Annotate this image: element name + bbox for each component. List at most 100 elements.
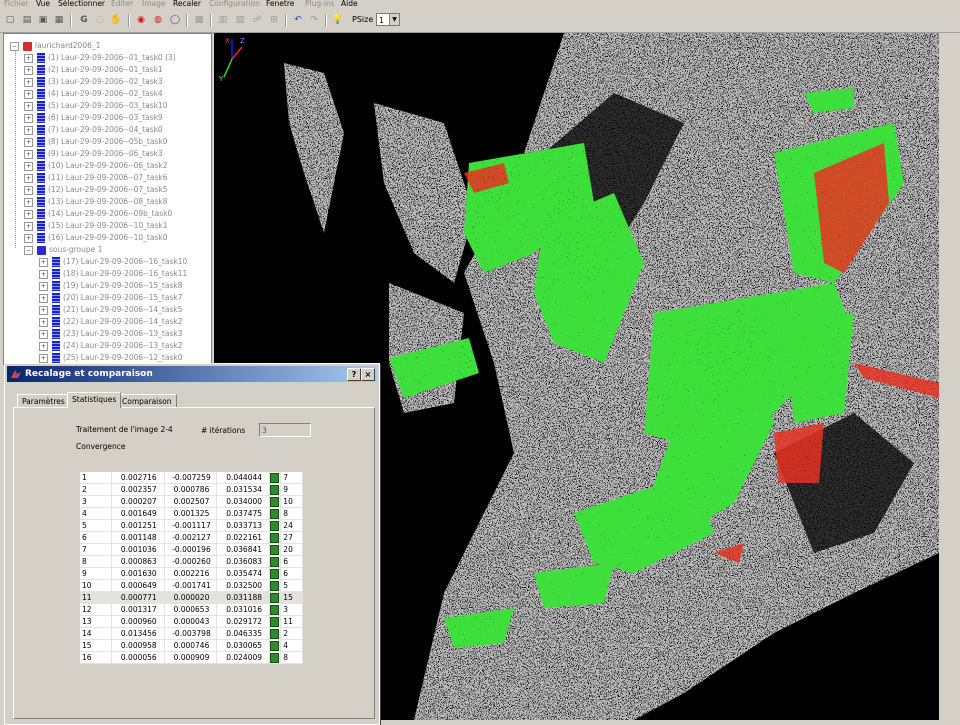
tree-item[interactable]: + (4) Laur-29-09-2006--02_task4 [24,88,163,100]
tree-item[interactable]: + (5) Laur-29-09-2006--03_task10 [24,100,167,112]
tree-item[interactable]: + (1) Laur-29-09-2006--01_task0 (3) [24,52,176,64]
tree-item[interactable]: + (9) Laur-29-09-2006--06_task3 [24,148,163,160]
tree-item[interactable]: + (23) Laur-29-09-2006--13_task3 [39,328,182,340]
menu-image[interactable]: Image [142,0,166,9]
tree-item[interactable]: + (3) Laur-29-09-2006--02_task3 [24,76,163,88]
expand-icon[interactable]: + [39,257,48,267]
table-row[interactable]: 10 0.000649 -0.001741 0.032500 5 [80,579,303,592]
tree-item[interactable]: + (2) Laur-29-09-2006--01_task1 [24,64,163,76]
tree-item[interactable]: + (24) Laur-29-09-2006--13_task2 [39,340,182,352]
expand-icon[interactable]: + [39,317,48,327]
expand-icon[interactable]: + [24,149,33,159]
tab-statistiques[interactable]: Statistiques [67,392,122,408]
table-row[interactable]: 3 0.000207 0.002507 0.034000 10 [80,495,303,508]
eye-red-mesh-icon[interactable]: ◍ [151,13,165,27]
expand-icon[interactable]: + [39,329,48,339]
tab-parametres[interactable]: Paramètres [17,394,70,408]
collapse-icon[interactable]: − [10,41,19,51]
table-row[interactable]: 1 0.002716 -0.007259 0.044044 7 [80,472,303,484]
expand-icon[interactable]: + [39,293,48,303]
expand-icon[interactable]: + [39,353,48,363]
tree-item[interactable]: + (13) Laur-29-09-2006--08_task8 [24,196,167,208]
expand-icon[interactable]: + [24,137,33,147]
graph-icon[interactable]: ☍ [250,13,264,27]
undo-icon[interactable]: ↶ [291,13,305,27]
tree-item[interactable]: + (7) Laur-29-09-2006--04_task0 [24,124,163,136]
tree-item[interactable]: + (8) Laur-29-09-2006--05b_task0 [24,136,167,148]
table-row[interactable]: 11 0.000771 0.000020 0.031188 15 [80,591,303,604]
expand-icon[interactable]: + [24,233,33,243]
tab-comparaison[interactable]: Comparaison [117,394,177,408]
redo-icon[interactable]: ↷ [307,13,321,27]
expand-icon[interactable]: + [24,89,33,99]
menu-recaler[interactable]: Recaler [173,0,201,9]
expand-icon[interactable]: + [24,113,33,123]
expand-icon[interactable]: + [39,281,48,291]
expand-icon[interactable]: + [24,65,33,75]
table-row[interactable]: 8 0.000863 -0.000260 0.036083 6 [80,555,303,568]
tree-item[interactable]: + (19) Laur-29-09-2006--15_task8 [39,280,182,292]
tree-item[interactable]: + (16) Laur-29-09-2006--10_task0 [24,232,167,244]
expand-icon[interactable]: + [24,101,33,111]
layer-icon[interactable]: ▩ [192,13,206,27]
new-icon[interactable]: ▢ [3,13,17,27]
g-icon[interactable]: G [77,13,91,27]
menu-plug-ins[interactable]: Plug-ins [305,0,335,9]
tree-item[interactable]: + (21) Laur-29-09-2006--14_task5 [39,304,182,316]
tree-item[interactable]: + (12) Laur-29-09-2006--07_task5 [24,184,167,196]
expand-icon[interactable]: + [24,221,33,231]
table-row[interactable]: 12 0.001317 0.000653 0.031016 3 [80,603,303,616]
menu-aide[interactable]: Aide [341,0,358,9]
eye-red-icon[interactable]: ◉ [134,13,148,27]
tree-item[interactable]: + (20) Laur-29-09-2006--15_task7 [39,292,182,304]
open-icon[interactable]: ▤ [20,13,34,27]
table-row[interactable]: 16 0.000056 0.000909 0.024009 8 [80,651,303,664]
tree-item[interactable]: + (11) Laur-29-09-2006--07_task6 [24,172,167,184]
table-row[interactable]: 5 0.001251 -0.001117 0.033713 24 [80,519,303,532]
expand-icon[interactable]: + [39,341,48,351]
expand-icon[interactable]: + [24,209,33,219]
table-row[interactable]: 2 0.002357 0.000786 0.031534 9 [80,483,303,496]
menu-s-lectionner[interactable]: Sélectionner [58,0,105,9]
menu-fichier[interactable]: Fichier [4,0,29,9]
save-icon[interactable]: ▣ [36,13,50,27]
menu-vue[interactable]: Vue [36,0,50,9]
tree-icon[interactable]: ⊞ [267,13,281,27]
image-tree-panel[interactable]: − laurichard2006_1 + (1) Laur-29-09-2006--0… [3,33,212,365]
expand-icon[interactable]: + [24,125,33,135]
expand-icon[interactable]: + [24,173,33,183]
tree-item[interactable]: + (14) Laur-29-09-2006--09b_task0 [24,208,172,220]
bulb-icon[interactable]: 💡 [331,13,345,27]
expand-icon[interactable]: + [24,53,33,63]
expand-icon[interactable]: + [39,269,48,279]
table-row[interactable]: 4 0.001649 0.001325 0.037475 8 [80,507,303,520]
collapse-icon[interactable]: − [24,245,33,255]
menu-fenetre[interactable]: Fenetre [266,0,294,9]
chevron-down-icon[interactable]: ▼ [389,14,399,25]
hand-icon[interactable]: ✋ [109,13,123,27]
expand-icon[interactable]: + [24,77,33,87]
eye-outline-icon[interactable]: ◯ [168,13,182,27]
table-row[interactable]: 9 0.001630 0.002216 0.035474 6 [80,567,303,580]
properties-icon[interactable]: ▦ [52,13,66,27]
tree-root[interactable]: − laurichard2006_1 [10,40,100,52]
registration-dialog[interactable]: Recalage et comparaison ? × Paramètres S… [4,363,380,725]
tree-item[interactable]: + (18) Laur-29-09-2006--16_task11 [39,268,187,280]
table-row[interactable]: 14 0.013456 -0.003798 0.046335 2 [80,627,303,640]
grid-b-icon[interactable]: ▧ [233,13,247,27]
table-row[interactable]: 7 0.001036 -0.000196 0.036841 20 [80,543,303,556]
convergence-table[interactable]: 1 0.002716 -0.007259 0.044044 7 2 0.002357 0.00… [80,472,303,664]
expand-icon[interactable]: + [24,197,33,207]
psize-select[interactable]: 1 ▼ [376,13,400,26]
tree-item[interactable]: + (17) Laur-29-09-2006--16_task10 [39,256,187,268]
expand-icon[interactable]: + [24,185,33,195]
close-button[interactable]: × [361,368,375,381]
lasso-icon[interactable]: ◌ [93,13,107,27]
help-button[interactable]: ? [347,368,361,381]
tree-item[interactable]: + (15) Laur-29-09-2006--10_task1 [24,220,167,232]
expand-icon[interactable]: + [24,161,33,171]
dialog-titlebar[interactable]: Recalage et comparaison ? × [7,366,377,382]
menu-editer[interactable]: Editer [111,0,133,9]
table-row[interactable]: 6 0.001148 -0.002127 0.022161 27 [80,531,303,544]
grid-a-icon[interactable]: ▥ [216,13,230,27]
